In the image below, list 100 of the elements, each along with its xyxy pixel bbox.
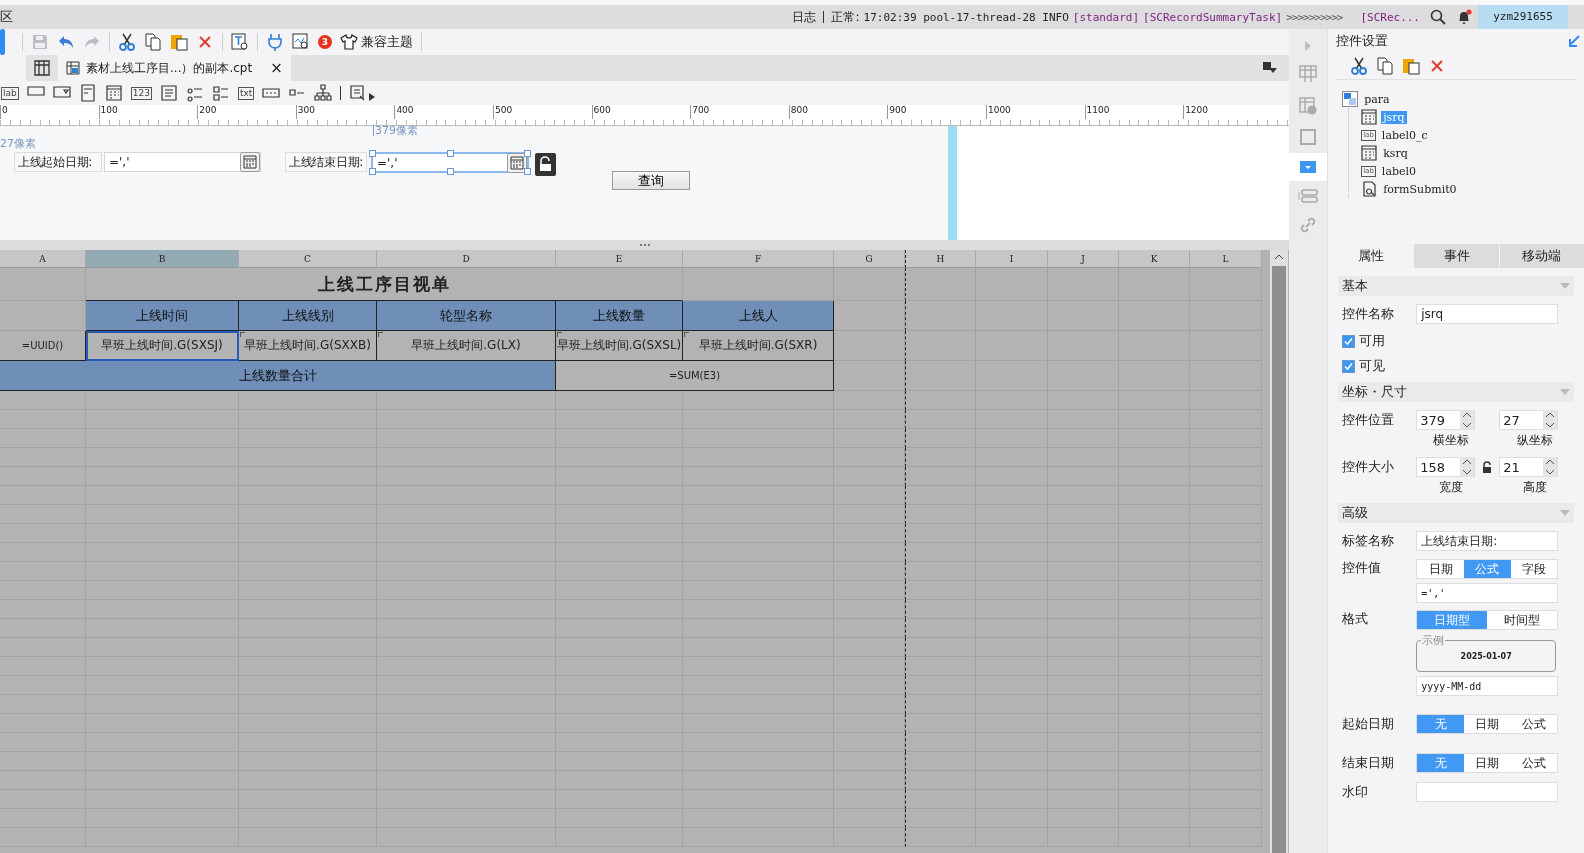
calendar-icon[interactable] (240, 152, 260, 172)
sheet-cell[interactable] (556, 391, 683, 410)
column-header[interactable]: I (976, 250, 1048, 268)
label-name-field[interactable]: 上线结束日期: (1416, 531, 1559, 551)
tree-item[interactable]: label0 (1379, 164, 1418, 178)
sheet-cell[interactable] (834, 429, 905, 448)
column-header[interactable]: G (834, 250, 905, 268)
bell-icon[interactable] (1456, 9, 1472, 25)
widget-tool-icon[interactable] (104, 84, 123, 102)
plug-icon[interactable] (266, 33, 284, 51)
copy-icon[interactable] (144, 33, 162, 51)
resize-handle[interactable] (524, 168, 531, 175)
scroll-up-icon[interactable] (1274, 254, 1284, 260)
form-label[interactable]: 上线结束日期: (285, 152, 367, 172)
sheet-cell[interactable] (0, 391, 86, 410)
segment-option[interactable]: 时间型 (1487, 611, 1558, 629)
sheet-cell[interactable] (834, 543, 905, 562)
sheet-cell[interactable] (683, 391, 834, 410)
date-field[interactable]: =',' (104, 152, 261, 172)
sheet-cell[interactable] (905, 676, 976, 695)
widget-tool[interactable]: txt (237, 86, 255, 100)
splitter-handle[interactable] (0, 240, 1290, 250)
widget-tool-icon[interactable] (314, 84, 333, 102)
column-header[interactable]: J (1048, 250, 1119, 268)
sheet-cell[interactable] (834, 695, 905, 714)
column-header[interactable]: K (1119, 250, 1190, 268)
scrollbar-thumb[interactable] (1272, 266, 1286, 853)
table-cell[interactable]: 早班上线时间.G(SXSL) (556, 331, 683, 361)
sheet-cell[interactable] (834, 600, 905, 619)
resize-handle[interactable] (447, 168, 454, 175)
caret-icon[interactable] (1560, 510, 1570, 516)
sheet-cell[interactable] (905, 828, 976, 847)
sheet-cell[interactable] (905, 301, 976, 331)
sheet-cell[interactable] (905, 638, 976, 657)
resize-handle[interactable] (369, 168, 376, 175)
sheet-cell[interactable] (834, 714, 905, 733)
theme-button[interactable]: 兼容主题 (340, 33, 413, 51)
sheet-cell[interactable] (905, 657, 976, 676)
sheet-cell[interactable] (905, 361, 976, 391)
sheet-cell[interactable] (1119, 268, 1190, 301)
widget-tool-icon[interactable] (78, 84, 97, 102)
caret-icon[interactable] (1560, 389, 1570, 395)
new-report-icon[interactable] (34, 60, 50, 76)
unlock-icon[interactable] (1482, 461, 1493, 473)
sidebar-handle-icon[interactable] (0, 29, 6, 55)
column-header[interactable]: L (1190, 250, 1262, 268)
width-spinner[interactable]: 158 (1416, 457, 1476, 477)
menu-icon[interactable] (1263, 62, 1278, 74)
x-spinner[interactable]: 379 (1416, 410, 1476, 430)
sheet-cell[interactable] (0, 268, 86, 301)
info-icon[interactable] (1299, 97, 1318, 115)
widget-tool-icon[interactable] (211, 84, 230, 102)
sheet-cell[interactable] (905, 581, 976, 600)
sheet-cell[interactable] (1048, 268, 1119, 301)
sheet-cell[interactable] (834, 638, 905, 657)
segment-option[interactable]: 公式 (1510, 754, 1558, 772)
y-spinner[interactable]: 27 (1499, 410, 1559, 430)
column-header[interactable]: E (556, 250, 683, 268)
sheet-cell[interactable] (905, 714, 976, 733)
sheet-cell[interactable] (905, 733, 976, 752)
sheet-cell[interactable] (905, 448, 976, 467)
query-button[interactable]: 查询 (612, 171, 690, 190)
copy-icon[interactable] (1376, 57, 1395, 75)
log-label[interactable]: 日志 (792, 8, 817, 26)
more-icon[interactable] (369, 93, 376, 101)
sheet-cell[interactable] (834, 361, 905, 391)
sheet-cell[interactable] (905, 543, 976, 562)
sheet-cell[interactable] (905, 410, 976, 429)
column-header[interactable]: A (0, 250, 86, 268)
sheet-cell[interactable] (905, 771, 976, 790)
notification-badge[interactable]: 3 (318, 35, 332, 49)
formula-field[interactable]: =',' (1416, 583, 1559, 603)
sheet-cell[interactable] (834, 486, 905, 505)
sheet-cell[interactable] (905, 429, 976, 448)
tree-item[interactable]: label0_c (1379, 128, 1430, 142)
widget-tool[interactable]: 123 (130, 86, 152, 100)
link-icon[interactable] (1300, 217, 1317, 233)
caret-icon[interactable] (1560, 283, 1570, 289)
sheet-cell[interactable] (905, 391, 976, 410)
column-header[interactable]: H (905, 250, 976, 268)
sheet-cell[interactable] (86, 391, 239, 410)
sheet-cell[interactable] (905, 619, 976, 638)
checkbox[interactable] (1342, 334, 1356, 348)
sheet-cell[interactable] (905, 809, 976, 828)
widget-tool-icon[interactable] (159, 84, 178, 102)
section-header[interactable]: 高级 (1342, 504, 1369, 522)
sheet-cell[interactable] (834, 391, 905, 410)
preview-icon[interactable] (292, 33, 310, 51)
column-header[interactable]: D (377, 250, 556, 268)
text-search-icon[interactable] (231, 33, 249, 51)
sheet-cell[interactable] (834, 410, 905, 429)
table-cell[interactable]: 早班上线时间.G(SXSJ) (86, 331, 239, 361)
watermark-field[interactable] (1416, 782, 1559, 802)
paste-icon[interactable] (1402, 57, 1421, 75)
cut-icon[interactable] (1350, 57, 1369, 75)
sheet-cell[interactable] (834, 676, 905, 695)
name-field[interactable]: jsrq (1416, 304, 1559, 324)
dropdown-icon[interactable] (1300, 161, 1317, 173)
segment-option[interactable]: 字段 (1510, 560, 1558, 578)
layout-icon[interactable] (1298, 189, 1319, 203)
